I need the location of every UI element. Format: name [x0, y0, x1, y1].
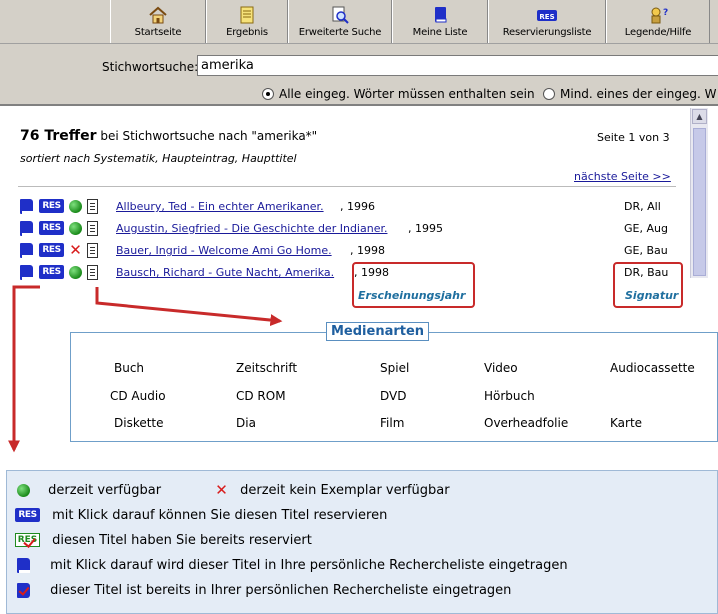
- in-list-icon: [17, 583, 30, 598]
- media-type: Karte: [610, 416, 643, 430]
- media-type: Hörbuch: [484, 389, 535, 403]
- media-type: Diskette: [114, 416, 164, 430]
- media-type: CD Audio: [110, 389, 166, 403]
- legend-item-unavailable: ✕ derzeit kein Exemplar verfügbar: [215, 481, 450, 499]
- media-type: DVD: [380, 389, 407, 403]
- legend-item-reserved: RES diesen Titel haben Sie bereits reser…: [15, 533, 312, 548]
- arrow-to-media: [95, 287, 283, 327]
- unavailable-icon: ✕: [215, 481, 228, 499]
- legend-text: derzeit kein Exemplar verfügbar: [240, 483, 450, 498]
- legend-text: derzeit verfügbar: [48, 483, 162, 498]
- available-icon: [17, 484, 30, 497]
- legend-item-available: derzeit verfügbar: [17, 483, 161, 498]
- legend-item-reserve: RES mit Klick darauf können Sie diesen T…: [15, 508, 387, 523]
- legend-item-in-list: dieser Titel ist bereits in Ihrer persön…: [17, 583, 511, 598]
- legend-text: mit Klick darauf können Sie diesen Titel…: [52, 508, 388, 523]
- media-type: CD ROM: [236, 389, 286, 403]
- reserve-icon: RES: [15, 508, 40, 522]
- legend-text: diesen Titel haben Sie bereits reservier…: [52, 533, 312, 548]
- legend-text: dieser Titel ist bereits in Ihrer persön…: [50, 583, 512, 598]
- media-type: Zeitschrift: [236, 361, 298, 375]
- add-to-list-icon: [17, 558, 30, 573]
- media-type: Spiel: [380, 361, 410, 375]
- reserved-icon: RES: [15, 533, 40, 547]
- media-type: Dia: [236, 416, 256, 430]
- media-type: Audiocassette: [610, 361, 695, 375]
- media-type: Overheadfolie: [484, 416, 569, 430]
- media-type: Buch: [114, 361, 145, 375]
- media-types-title: Medienarten: [326, 322, 430, 341]
- media-type: Video: [484, 361, 518, 375]
- arrow-to-legend: [7, 285, 40, 453]
- legend-text: mit Klick darauf wird dieser Titel in Ih…: [50, 558, 568, 573]
- media-type: Film: [380, 416, 405, 430]
- legend-item-add-list: mit Klick darauf wird dieser Titel in Ih…: [17, 558, 568, 573]
- legend-panel: derzeit verfügbar ✕ derzeit kein Exempla…: [6, 470, 718, 614]
